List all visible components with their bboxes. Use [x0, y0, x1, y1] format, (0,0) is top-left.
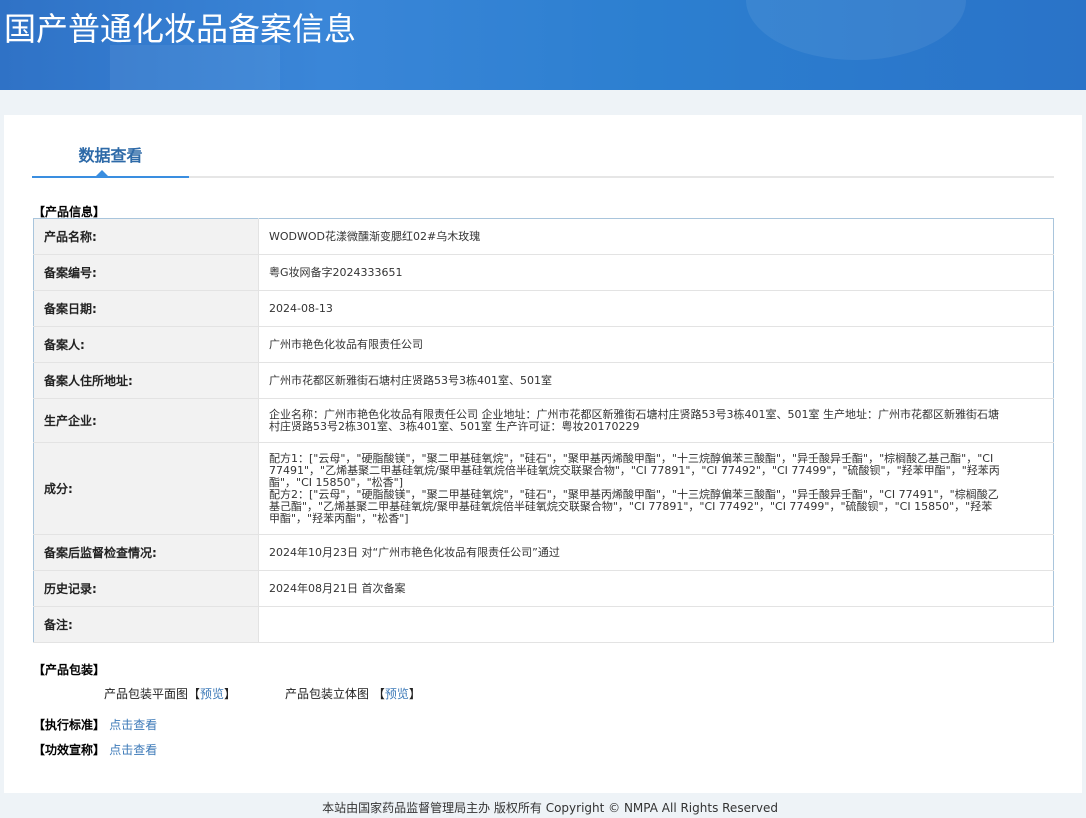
standard-section: 【执行标准】 点击查看	[33, 716, 157, 733]
row-label: 备案日期:	[33, 290, 259, 327]
table-row: 成分: 配方1：["云母"，"硬脂酸镁"，"聚二甲基硅氧烷"，"硅石"，"聚甲基丙…	[33, 442, 1054, 535]
row-label: 备案编号:	[33, 254, 259, 291]
claims-label: 【功效宣称】	[33, 743, 106, 757]
package-solid-item: 产品包装立体图 【预览】	[285, 685, 421, 702]
row-value: WODWOD花漾微醺渐变腮红02#乌木玫瑰	[258, 218, 1054, 255]
package-solid-preview-link[interactable]: 预览	[385, 687, 409, 701]
row-value: 2024年08月21日 首次备案	[258, 570, 1054, 607]
standard-view-link[interactable]: 点击查看	[109, 718, 157, 732]
bracket: 】	[408, 687, 421, 701]
row-label: 历史记录:	[33, 570, 259, 607]
packaging-heading: 【产品包装】	[33, 663, 106, 677]
table-row: 备案编号: 粤G妆网备字2024333651	[33, 254, 1054, 291]
footer: 本站由国家药品监督管理局主办 版权所有 Copyright © NMPA All…	[322, 801, 778, 815]
row-label: 备案人:	[33, 326, 259, 363]
package-solid-label: 产品包装立体图	[285, 687, 370, 701]
content-card: 数据查看 【产品信息】 产品名称: WODWOD花漾微醺渐变腮红02#乌木玫瑰 备案…	[4, 115, 1082, 793]
bracket: 】	[224, 687, 237, 701]
formula-2: 配方2：["云母"，"硬脂酸镁"，"聚二甲基硅氧烷"，"硅石"，"聚甲基丙烯酸甲…	[269, 487, 999, 525]
row-value: 广州市花都区新雅街石塘村庄贤路53号3栋401室、501室	[258, 362, 1054, 399]
tab-data-view[interactable]: 数据查看	[32, 115, 189, 178]
row-value: 企业名称：广州市艳色化妆品有限责任公司 企业地址：广州市花都区新雅街石塘村庄贤路…	[258, 398, 1054, 443]
row-label: 成分:	[33, 442, 259, 535]
package-flat-item: 产品包装平面图【预览】	[104, 685, 236, 702]
page-title: 国产普通化妆品备案信息	[4, 10, 357, 48]
claims-view-link[interactable]: 点击查看	[109, 743, 157, 757]
table-row: 备注:	[33, 606, 1054, 643]
row-value: 2024-08-13	[258, 290, 1054, 327]
table-row: 备案人住所地址: 广州市花都区新雅街石塘村庄贤路53号3栋401室、501室	[33, 362, 1054, 399]
row-label: 备案后监督检查情况:	[33, 534, 259, 571]
package-flat-preview-link[interactable]: 预览	[200, 687, 224, 701]
row-value: 配方1：["云母"，"硬脂酸镁"，"聚二甲基硅氧烷"，"硅石"，"聚甲基丙烯酸甲…	[258, 442, 1054, 535]
page-header: 国产普通化妆品备案信息	[0, 0, 1086, 90]
claims-section: 【功效宣称】 点击查看	[33, 741, 157, 758]
row-label: 备案人住所地址:	[33, 362, 259, 399]
row-label: 备注:	[33, 606, 259, 643]
row-value: 粤G妆网备字2024333651	[258, 254, 1054, 291]
table-row: 备案人: 广州市艳色化妆品有限责任公司	[33, 326, 1054, 363]
standard-label: 【执行标准】	[33, 718, 106, 732]
table-row: 产品名称: WODWOD花漾微醺渐变腮红02#乌木玫瑰	[33, 218, 1054, 255]
table-row: 生产企业: 企业名称：广州市艳色化妆品有限责任公司 企业地址：广州市花都区新雅街石…	[33, 398, 1054, 443]
tab-label: 数据查看	[78, 146, 143, 165]
row-label: 生产企业:	[33, 398, 259, 443]
tab-bar: 数据查看	[32, 115, 1054, 178]
row-label: 产品名称:	[33, 218, 259, 255]
formula-1: 配方1：["云母"，"硬脂酸镁"，"聚二甲基硅氧烷"，"硅石"，"聚甲基丙烯酸甲…	[269, 451, 1000, 489]
row-value	[258, 606, 1054, 643]
product-info-table: 产品名称: WODWOD花漾微醺渐变腮红02#乌木玫瑰 备案编号: 粤G妆网备字202…	[33, 218, 1054, 643]
table-row: 备案后监督检查情况: 2024年10月23日 对“广州市艳色化妆品有限责任公司”通…	[33, 534, 1054, 571]
tab-caret-icon	[96, 170, 108, 176]
package-flat-label: 产品包装平面图	[104, 687, 189, 701]
bracket: 【	[188, 687, 201, 701]
bracket: 【	[372, 687, 385, 701]
table-row: 历史记录: 2024年08月21日 首次备案	[33, 570, 1054, 607]
row-value: 广州市艳色化妆品有限责任公司	[258, 326, 1054, 363]
row-value: 2024年10月23日 对“广州市艳色化妆品有限责任公司”通过	[258, 534, 1054, 571]
table-row: 备案日期: 2024-08-13	[33, 290, 1054, 327]
